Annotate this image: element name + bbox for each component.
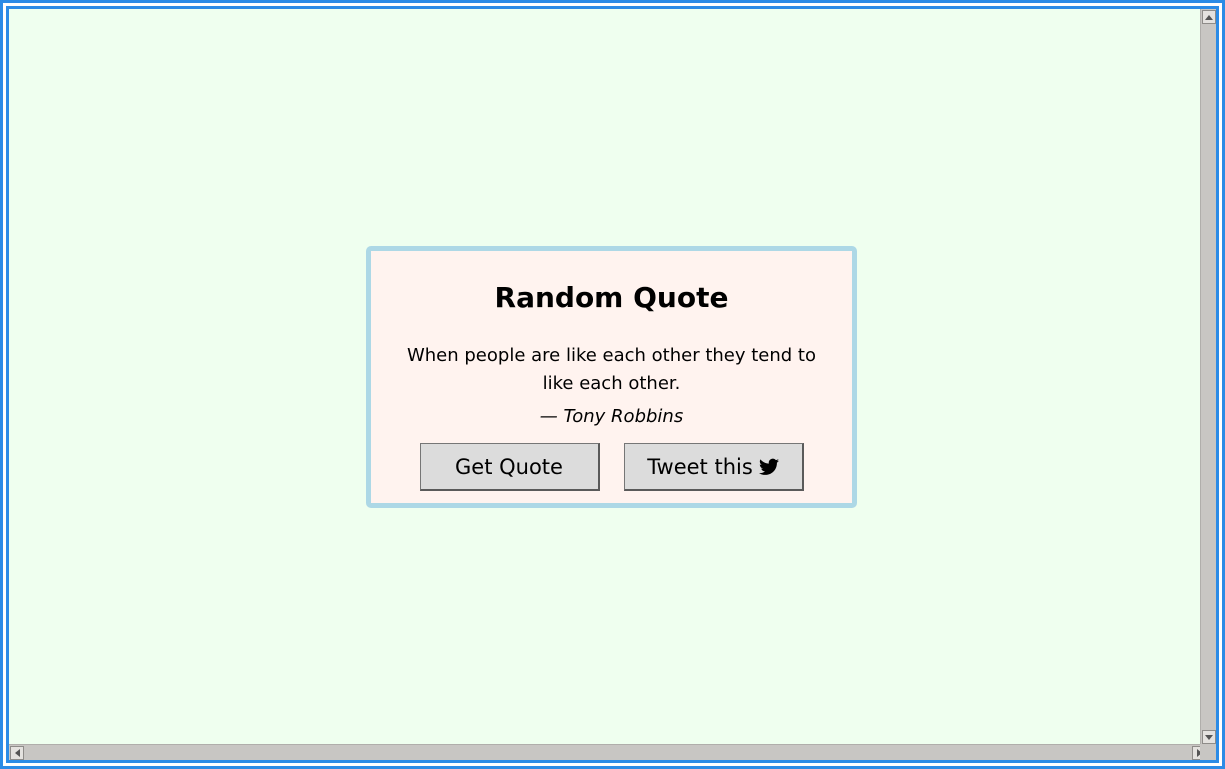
scroll-down-button[interactable] [1202,730,1216,744]
tweet-label: Tweet this [647,454,753,479]
quote-text: When people are like each other they ten… [406,345,817,394]
vertical-scrollbar[interactable] [1200,9,1216,745]
quote-author: — Tony Robbins [539,406,684,427]
page-viewport: Random Quote When people are like each o… [9,9,1207,745]
quote-box: Random Quote When people are like each o… [366,246,857,508]
scroll-left-button[interactable] [10,746,24,760]
page-frame: Random Quote When people are like each o… [6,6,1219,763]
scroll-left-arrow-icon [14,749,20,757]
scroll-up-button[interactable] [1202,10,1216,24]
get-quote-label: Get Quote [455,454,563,479]
get-quote-button[interactable]: Get Quote [419,443,600,491]
scroll-up-arrow-icon [1205,14,1213,20]
horizontal-scrollbar[interactable] [9,744,1207,760]
scroll-corner [1200,744,1216,760]
browser-window: Random Quote When people are like each o… [0,0,1225,769]
tweet-button[interactable]: Tweet this [623,443,804,491]
twitter-bird-icon [758,458,779,475]
card-title: Random Quote [494,281,729,314]
button-row: Get Quote Tweet this [371,443,852,491]
scroll-down-arrow-icon [1205,734,1213,740]
